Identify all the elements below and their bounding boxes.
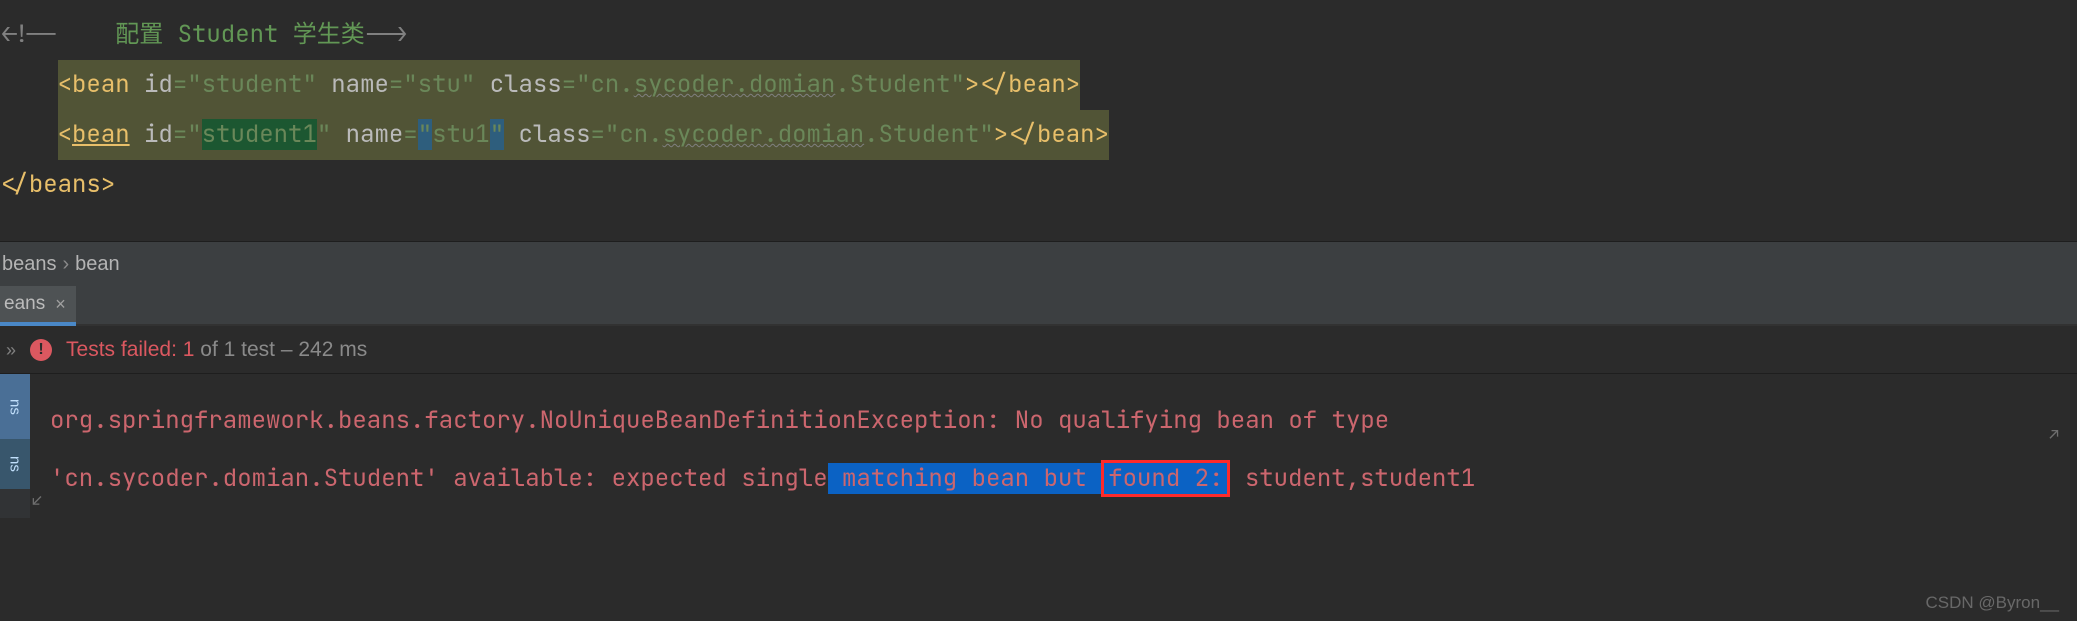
highlight-found-2: found 2: bbox=[1101, 460, 1230, 497]
fail-icon: ! bbox=[30, 339, 52, 361]
code-editor[interactable]: <!-- 配置 Student 学生类--> <bean id="student… bbox=[0, 0, 2077, 210]
code-line-bean2: <bean id="student1" name="stu1" class="c… bbox=[0, 110, 2077, 160]
breadcrumb-p1[interactable]: beans bbox=[2, 253, 57, 275]
watermark: CSDN @Byron__ bbox=[1926, 593, 2059, 613]
editor-spacer bbox=[0, 210, 2077, 242]
gutter-tab-a[interactable]: ns bbox=[0, 374, 30, 439]
fail-mid: of 1 test – bbox=[200, 338, 292, 361]
code-line-bean1: <bean id="student" name="stu" class="cn.… bbox=[0, 60, 2077, 110]
tool-tab-row: eans × bbox=[0, 286, 2077, 326]
console-area: ns ns org.springframework.beans.factory.… bbox=[0, 374, 2077, 518]
code-line-comment: <!-- 配置 Student 学生类--> bbox=[0, 10, 2077, 60]
chevron-icon[interactable]: » bbox=[6, 326, 16, 374]
console-line-2: ↙'cn.sycoder.domian.Student' available: … bbox=[50, 450, 2057, 508]
breadcrumb-p2[interactable]: bean bbox=[75, 253, 120, 275]
fail-time: 242 ms bbox=[298, 338, 367, 361]
fail-label: Tests failed: bbox=[66, 338, 177, 361]
tab-beans[interactable]: eans × bbox=[0, 286, 76, 326]
console-line-1: org.springframework.beans.factory.NoUniq… bbox=[50, 392, 2057, 450]
breadcrumb[interactable]: beans›bean bbox=[0, 242, 2077, 286]
wrap-cont-icon: ↙ bbox=[32, 472, 42, 530]
fail-count: 1 bbox=[183, 338, 195, 361]
tab-label: eans bbox=[4, 284, 45, 324]
breadcrumb-sep: › bbox=[57, 253, 76, 275]
gutter-tab-b[interactable]: ns bbox=[0, 439, 30, 489]
code-line-endbeans: </beans> bbox=[0, 160, 2077, 210]
console-gutter: ns ns bbox=[0, 374, 30, 518]
console-output[interactable]: org.springframework.beans.factory.NoUniq… bbox=[30, 374, 2077, 518]
close-icon[interactable]: × bbox=[55, 284, 66, 324]
test-result-bar: » ! Tests failed: 1 of 1 test – 242 ms bbox=[0, 326, 2077, 374]
